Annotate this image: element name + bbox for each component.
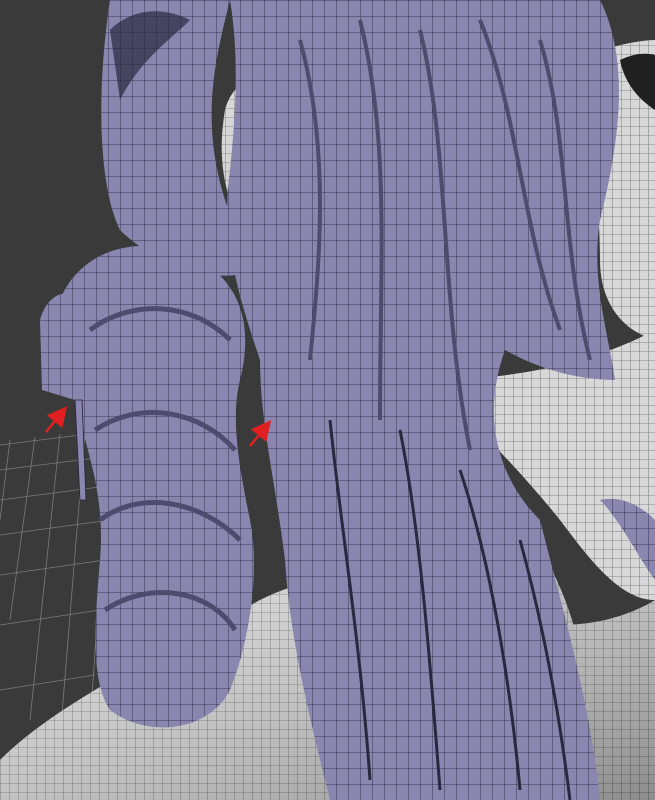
viewport-scene[interactable] [0,0,655,800]
3d-viewport[interactable] [0,0,655,800]
